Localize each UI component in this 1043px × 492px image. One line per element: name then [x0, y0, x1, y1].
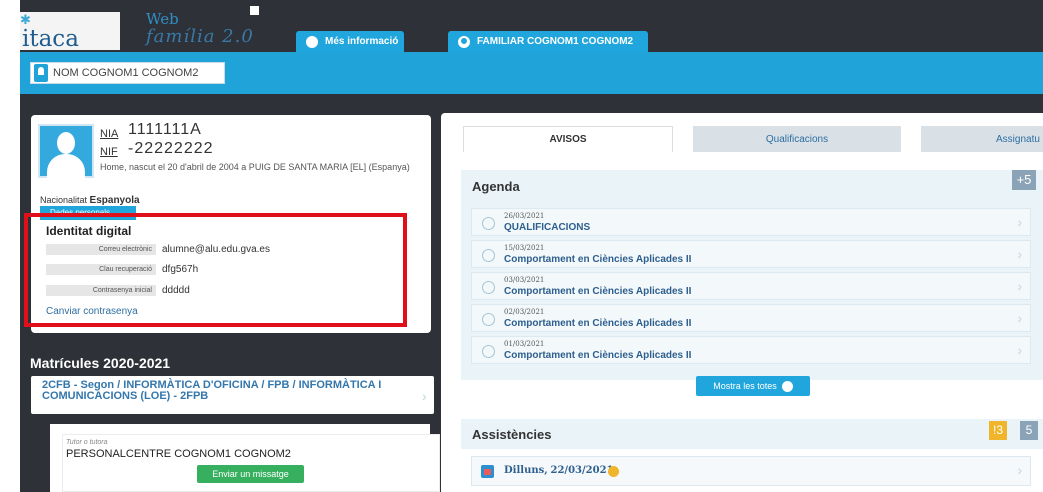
chevron-right-icon: ›: [1017, 310, 1022, 326]
tab-qualificacions[interactable]: Qualificacions: [693, 126, 901, 152]
tutor-label: Tutor o tutora: [66, 439, 108, 446]
identity-label: Clau recuperació: [46, 264, 156, 275]
agenda-item[interactable]: 15/03/2021 Comportament en Ciències Apli…: [471, 240, 1031, 268]
agenda-date: 01/03/2021: [504, 340, 545, 348]
tab-more-info-label: Més informació: [325, 36, 399, 47]
identity-label: Correu electrònic: [46, 244, 156, 255]
agenda-title: Agenda: [472, 179, 520, 194]
nif-label: NIF: [100, 146, 118, 158]
attendance-day-label: Dilluns,: [504, 465, 548, 476]
attendance-count-badge[interactable]: 5: [1020, 421, 1038, 440]
left-margin: [0, 0, 20, 492]
agenda-item[interactable]: 26/03/2021 QUALIFICACIONS ›: [471, 208, 1031, 236]
attendance-day: Dilluns, 22/03/2021: [504, 465, 613, 476]
nia-value: 1111111A: [128, 121, 202, 138]
agenda-item[interactable]: 02/03/2021 Comportament en Ciències Apli…: [471, 304, 1031, 332]
change-password-link[interactable]: Canviar contrasenya: [46, 306, 138, 317]
nia-label: NIA: [100, 128, 119, 140]
identity-value: alumne@alu.edu.gva.es: [162, 244, 270, 255]
user-icon: [458, 35, 470, 48]
student-chip[interactable]: NOM COGNOM1 COGNOM2: [30, 62, 225, 84]
agenda-text: QUALIFICACIONS: [504, 222, 591, 233]
identity-label: Contrasenya inicial: [46, 285, 156, 296]
agenda-date: 26/03/2021: [504, 212, 545, 220]
more-icon: [781, 380, 793, 392]
chevron-right-icon: ›: [1017, 342, 1022, 358]
chevron-right-icon: ›: [1017, 214, 1022, 230]
enrolments-title: Matrícules 2020-2021: [30, 355, 171, 371]
agenda-date: 15/03/2021: [504, 244, 545, 252]
nationality: Nacionalitat Espanyola: [40, 195, 140, 206]
clock-icon: [482, 345, 495, 358]
clock-icon: [482, 249, 495, 262]
tab-familiar-label: FAMILIAR COGNOM1 COGNOM2: [477, 36, 634, 47]
birth-info: Home, nascut el 20 d'abril de 2004 a PUI…: [100, 162, 410, 172]
agenda-more-badge[interactable]: +5: [1012, 170, 1036, 190]
clock-icon: [482, 217, 495, 230]
calendar-icon: [481, 465, 494, 478]
tutor-box: [62, 434, 440, 492]
chevron-right-icon: ›: [422, 388, 427, 404]
attendance-warning-badge[interactable]: !3: [989, 421, 1007, 440]
send-message-button[interactable]: Enviar un missatge: [197, 465, 304, 483]
clock-icon: [482, 281, 495, 294]
chevron-right-icon: ›: [1017, 462, 1022, 478]
chevron-right-icon: ›: [1017, 246, 1022, 262]
agenda-text: Comportament en Ciències Aplicades II: [504, 254, 692, 265]
nationality-value: Espanyola: [89, 195, 140, 206]
student-chip-label: NOM COGNOM1 COGNOM2: [53, 67, 199, 79]
show-all-button[interactable]: Mostra les totes: [696, 376, 810, 396]
attendance-item[interactable]: Dilluns, 22/03/2021 ›: [471, 456, 1031, 486]
clock-icon: [482, 313, 495, 326]
agenda-date: 02/03/2021: [504, 308, 545, 316]
identity-value: ddddd: [162, 285, 190, 296]
chevron-right-icon: ›: [1017, 278, 1022, 294]
identity-row-email: Correu electrònic alumne@alu.edu.gva.es: [46, 243, 270, 256]
tab-avisos[interactable]: AVISOS: [463, 126, 673, 152]
show-all-label: Mostra les totes: [713, 381, 777, 391]
info-icon: [306, 35, 318, 48]
agenda-item[interactable]: 03/03/2021 Comportament en Ciències Apli…: [471, 272, 1031, 300]
warning-icon: [608, 466, 619, 477]
agenda-text: Comportament en Ciències Aplicades II: [504, 286, 692, 297]
tab-more-info[interactable]: Més informació: [296, 31, 404, 52]
app-name-line2: família 2.0: [146, 26, 254, 47]
nationality-label: Nacionalitat: [40, 195, 88, 205]
identity-value: dfg567h: [162, 264, 199, 275]
attendance-title: Assistències: [472, 427, 552, 442]
agenda-item[interactable]: 01/03/2021 Comportament en Ciències Apli…: [471, 336, 1031, 364]
agenda-date: 03/03/2021: [504, 276, 545, 284]
tutor-name: PERSONALCENTRE COGNOM1 COGNOM2: [66, 448, 291, 460]
nif-value: -22222222: [128, 140, 214, 157]
student-icon: [34, 64, 48, 82]
attendance-day-date: 22/03/2021: [550, 465, 614, 476]
enrolment-text: 2CFB - Segon / INFORMÀTICA D'OFICINA / F…: [42, 379, 382, 402]
agenda-text: Comportament en Ciències Aplicades II: [504, 350, 692, 361]
avatar: [38, 124, 94, 180]
identity-row-recovery: Clau recuperació dfg567h: [46, 263, 198, 276]
tab-assignatures[interactable]: Assignatu: [921, 126, 1043, 152]
identity-row-password: Contrasenya inicial ddddd: [46, 284, 190, 297]
digital-identity-title: Identitat digital: [46, 224, 132, 238]
window-marker: [250, 6, 259, 15]
app-logo[interactable]: itaca: [22, 26, 79, 52]
tab-familiar[interactable]: FAMILIAR COGNOM1 COGNOM2: [448, 31, 648, 52]
agenda-text: Comportament en Ciències Aplicades II: [504, 318, 692, 329]
